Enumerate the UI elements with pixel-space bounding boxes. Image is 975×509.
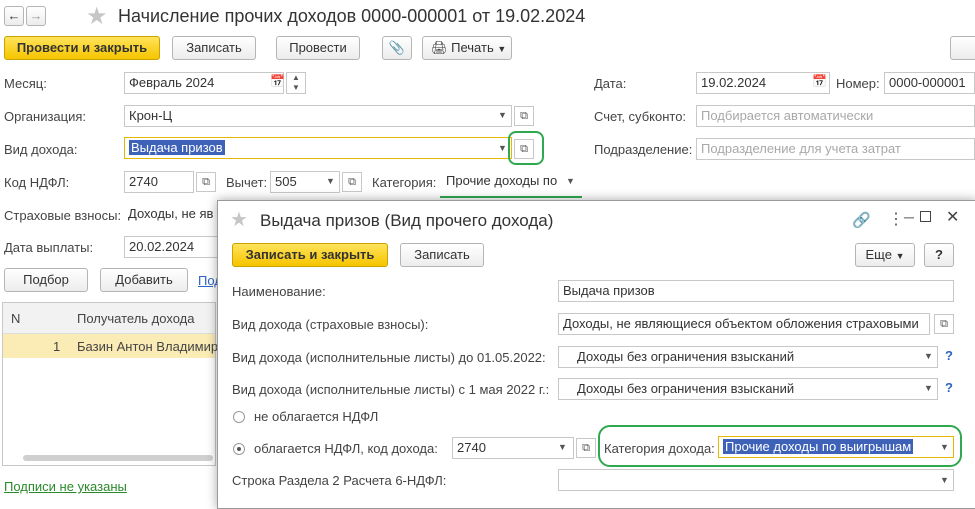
- date-field[interactable]: 19.02.2024: [696, 72, 830, 94]
- exec2-label: Вид дохода (исполнительные листы) с 1 ма…: [232, 382, 550, 397]
- account-label: Счет, субконто:: [594, 109, 687, 124]
- deduction-open-button[interactable]: ⧉: [342, 172, 362, 192]
- ndfl-code-dropdown-icon[interactable]: ▼: [558, 442, 567, 452]
- exec2-help-icon[interactable]: ?: [945, 380, 953, 395]
- dialog-star-icon[interactable]: ★: [230, 207, 248, 232]
- income-type-value: Выдача призов: [129, 140, 225, 155]
- forward-button[interactable]: →: [26, 6, 46, 26]
- category-field[interactable]: Прочие доходы по: [442, 171, 582, 193]
- dialog-title: Выдача призов (Вид прочего дохода): [260, 211, 554, 230]
- org-label: Организация:: [4, 109, 87, 124]
- exec2-value: Доходы без ограничения взысканий: [577, 381, 795, 396]
- calendar-icon[interactable]: 📅: [270, 74, 285, 88]
- exec2-field[interactable]: Доходы без ограничения взысканий: [558, 378, 938, 400]
- deduction-label: Вычет:: [226, 175, 268, 190]
- org-dropdown-icon[interactable]: ▼: [498, 110, 507, 120]
- favorite-star-icon[interactable]: ★: [86, 2, 108, 31]
- month-field[interactable]: Февраль 2024: [124, 72, 284, 94]
- close-icon[interactable]: ✕: [946, 207, 959, 227]
- ndfl-code-open-button[interactable]: ⧉: [196, 172, 216, 192]
- link-icon[interactable]: 🔗: [852, 211, 871, 229]
- highlight-open-button: [508, 131, 544, 165]
- income-type-dropdown-icon[interactable]: ▼: [498, 143, 507, 153]
- category-underline: [440, 196, 582, 198]
- income-type-field[interactable]: Выдача призов: [124, 137, 512, 159]
- post-and-close-button[interactable]: Провести и закрыть: [4, 36, 160, 60]
- back-button[interactable]: ←: [4, 6, 24, 26]
- horizontal-scrollbar[interactable]: [23, 455, 213, 461]
- printer-icon: 🖨: [431, 40, 448, 55]
- number-field[interactable]: 0000-000001: [884, 72, 975, 94]
- month-label: Месяц:: [4, 76, 47, 91]
- date-calendar-icon[interactable]: 📅: [812, 74, 827, 88]
- print-label: Печать: [451, 40, 494, 55]
- row6-dropdown-icon[interactable]: ▼: [940, 475, 949, 485]
- exec1-field[interactable]: Доходы без ограничения взысканий: [558, 346, 938, 368]
- name-label: Наименование:: [232, 284, 326, 299]
- table: N Получатель дохода 1 Базин Антон Владим…: [2, 302, 219, 466]
- ndfl-code-label: Код НДФЛ:: [4, 175, 70, 190]
- income-type-dialog: ★ Выдача призов (Вид прочего дохода) 🔗 ⋮…: [217, 200, 975, 509]
- row-recipient: Базин Антон Владимир: [77, 339, 219, 354]
- division-field[interactable]: Подразделение для учета затрат: [696, 138, 975, 160]
- window-title: Начисление прочих доходов 0000-000001 от…: [118, 6, 586, 26]
- dialog-save-button[interactable]: Записать: [400, 243, 484, 267]
- exec2-dropdown-icon[interactable]: ▼: [924, 383, 933, 393]
- ndfl-code-dialog-open-button[interactable]: ⧉: [576, 438, 596, 458]
- paperclip-icon: 📎: [388, 40, 406, 55]
- date-label: Дата:: [594, 76, 627, 91]
- more-chevron-icon: ▼: [895, 251, 905, 261]
- post-button[interactable]: Провести: [276, 36, 360, 60]
- exec1-label: Вид дохода (исполнительные листы) до 01.…: [232, 350, 546, 365]
- help-button[interactable]: ?: [924, 243, 954, 267]
- name-field[interactable]: Выдача призов: [558, 280, 954, 302]
- ins-field[interactable]: Доходы, не являющиеся объектом обложения…: [558, 313, 930, 335]
- exec1-dropdown-icon[interactable]: ▼: [924, 351, 933, 361]
- paydate-label: Дата выплаты:: [4, 240, 94, 255]
- division-label: Подразделение:: [594, 142, 693, 157]
- ndfl-code-dialog-label: облагается НДФЛ, код дохода:: [254, 441, 438, 456]
- row6-field[interactable]: [558, 469, 954, 491]
- ndfl-radio[interactable]: [233, 443, 245, 455]
- deduction-dropdown-icon[interactable]: ▼: [326, 176, 335, 186]
- signatures-link[interactable]: Подписи не указаны: [4, 479, 127, 494]
- org-open-button[interactable]: ⧉: [514, 106, 534, 126]
- exec1-help-icon[interactable]: ?: [945, 348, 953, 363]
- no-ndfl-label: не облагается НДФЛ: [254, 409, 379, 424]
- attach-button[interactable]: 📎: [382, 36, 412, 60]
- menu-icon[interactable]: ⋮: [888, 209, 904, 229]
- minimize-icon[interactable]: ─: [904, 209, 914, 225]
- col-recipient-header: Получатель дохода: [77, 311, 195, 326]
- account-field[interactable]: Подбирается автоматически: [696, 105, 975, 127]
- ndfl-code-field[interactable]: 2740: [124, 171, 194, 193]
- category-label: Категория:: [372, 175, 437, 190]
- toolbar-right-button[interactable]: [950, 36, 975, 60]
- more-button[interactable]: Еще ▼: [855, 243, 915, 267]
- paydate-field[interactable]: 20.02.2024: [124, 236, 224, 258]
- select-button[interactable]: Подбор: [4, 268, 88, 292]
- col-n-header: N: [11, 311, 21, 326]
- row-n: 1: [53, 339, 61, 354]
- income-type-label: Вид дохода:: [4, 142, 78, 157]
- chevron-down-icon: ▼: [497, 44, 507, 54]
- print-button[interactable]: 🖨 Печать ▼: [422, 36, 512, 60]
- no-ndfl-radio[interactable]: [233, 411, 245, 423]
- more-label: Еще: [865, 247, 892, 262]
- ins-open-button[interactable]: ⧉: [934, 314, 954, 334]
- save-button[interactable]: Записать: [172, 36, 256, 60]
- maximize-icon[interactable]: [920, 211, 931, 222]
- ins-label: Вид дохода (страховые взносы):: [232, 317, 429, 332]
- highlight-category: [598, 425, 962, 467]
- add-button[interactable]: Добавить: [100, 268, 188, 292]
- save-and-close-button[interactable]: Записать и закрыть: [232, 243, 388, 267]
- org-field[interactable]: Крон-Ц: [124, 105, 512, 127]
- ndfl-code-dialog-field[interactable]: 2740: [452, 437, 574, 459]
- row6-label: Строка Раздела 2 Расчета 6-НДФЛ:: [232, 473, 447, 488]
- number-label: Номер:: [836, 76, 880, 91]
- category-dropdown-icon[interactable]: ▼: [566, 176, 575, 186]
- insurance-label: Страховые взносы:: [4, 208, 122, 223]
- month-stepper[interactable]: ▲ ▼: [286, 72, 306, 94]
- exec1-value: Доходы без ограничения взысканий: [577, 349, 795, 364]
